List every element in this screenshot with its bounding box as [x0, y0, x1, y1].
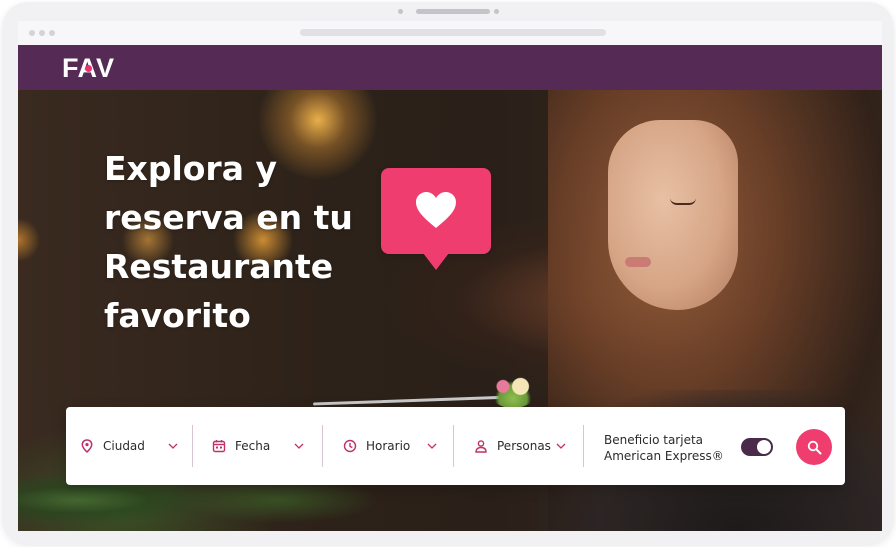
window-dot: [39, 30, 45, 36]
date-selector[interactable]: Fecha: [212, 407, 304, 485]
field-divider: [322, 425, 323, 467]
heart-icon: [416, 192, 456, 228]
amex-benefit-label: Beneficio tarjeta American Express®: [604, 432, 734, 464]
url-bar[interactable]: [300, 29, 606, 36]
time-selector[interactable]: Horario: [343, 407, 437, 485]
chevron-down-icon: [427, 443, 437, 449]
chevron-down-icon: [168, 443, 178, 449]
person-icon: [474, 439, 488, 453]
time-label: Horario: [366, 439, 411, 453]
amex-benefit-line1: Beneficio tarjeta: [604, 433, 704, 447]
search-button[interactable]: [796, 429, 832, 465]
camera-dot: [398, 9, 403, 14]
logo-text: FAV: [62, 52, 114, 84]
hero-headline: Explora y reserva en tu Restaurante favo…: [104, 149, 353, 335]
hero-photo-food: [488, 372, 538, 408]
sensor-dot: [494, 9, 499, 14]
amex-benefit-line2: American Express®: [604, 449, 724, 463]
device-frame: FAV Explora y reserva en tu Restaurante …: [2, 2, 894, 545]
field-divider: [583, 425, 584, 467]
screen: FAV Explora y reserva en tu Restaurante …: [18, 21, 882, 531]
location-pin-icon: [80, 439, 94, 453]
people-label: Personas: [497, 439, 551, 453]
window-dot: [49, 30, 55, 36]
search-icon: [807, 440, 821, 454]
logo-letter-a: A: [78, 53, 97, 84]
calendar-icon: [212, 439, 226, 453]
people-selector[interactable]: Personas: [474, 407, 566, 485]
hero-photo-lips: [625, 257, 651, 267]
field-divider: [192, 425, 193, 467]
browser-bar: [18, 21, 882, 45]
chevron-down-icon: [556, 443, 566, 449]
hero-photo-fork: [313, 395, 513, 406]
chevron-down-icon: [294, 443, 304, 449]
fav-logo[interactable]: FAV: [62, 52, 114, 84]
city-selector[interactable]: Ciudad: [80, 407, 178, 485]
heart-bubble: [381, 168, 491, 270]
clock-icon: [343, 439, 357, 453]
date-label: Fecha: [235, 439, 271, 453]
amex-benefit-toggle[interactable]: [741, 438, 773, 456]
hero-photo-eye: [670, 198, 696, 205]
city-label: Ciudad: [103, 439, 145, 453]
top-nav: FAV: [18, 45, 882, 90]
field-divider: [453, 425, 454, 467]
toggle-knob: [757, 440, 771, 454]
reservation-search-bar: Ciudad Fecha Horario Personas Beneficio …: [66, 407, 845, 485]
logo-heart-dot: [84, 64, 92, 72]
window-dot: [29, 30, 35, 36]
hero-section: Explora y reserva en tu Restaurante favo…: [18, 90, 882, 531]
speaker-bar: [416, 9, 490, 14]
hero-photo-face: [608, 120, 738, 310]
